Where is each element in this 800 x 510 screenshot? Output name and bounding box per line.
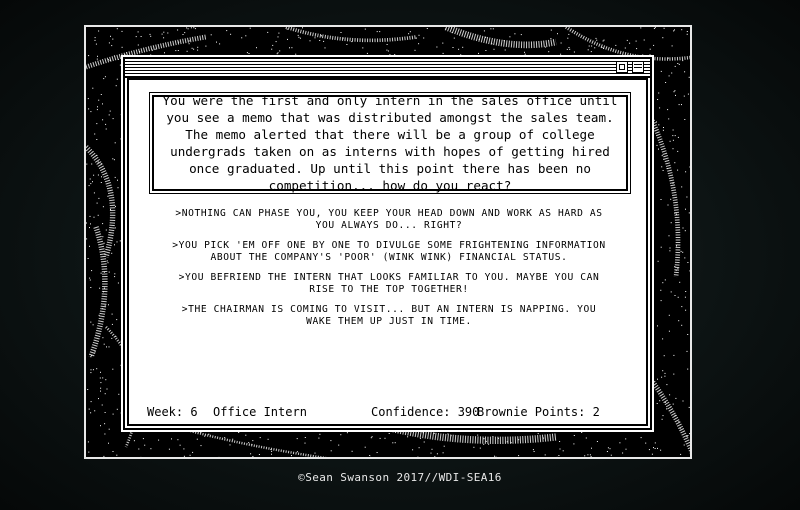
marble-vein <box>285 27 417 43</box>
zoom-box-icon[interactable] <box>616 61 628 73</box>
choice-option[interactable]: >YOU PICK 'EM OFF ONE BY ONE TO DIVULGE … <box>169 240 609 263</box>
player-title: Office Intern <box>213 405 307 419</box>
marble-vein <box>86 145 116 258</box>
choice-list: >NOTHING CAN PHASE YOU, YOU KEEP YOUR HE… <box>169 208 609 336</box>
marble-vein <box>565 27 690 61</box>
choice-option[interactable]: >YOU BEFRIEND THE INTERN THAT LOOKS FAMI… <box>169 272 609 295</box>
footer-credit: ©Sean Swanson 2017//WDI-SEA16 <box>298 471 502 484</box>
story-text: You were the first and only intern in th… <box>152 93 628 193</box>
story-box: You were the first and only intern in th… <box>149 92 631 194</box>
game-window: You were the first and only intern in th… <box>121 55 654 432</box>
window-content: You were the first and only intern in th… <box>127 78 648 426</box>
week-label: Week: 6 <box>147 405 198 419</box>
confidence-label: Confidence: 390 <box>371 405 480 419</box>
marble-vein <box>444 27 557 49</box>
title-bar[interactable] <box>125 59 650 78</box>
choice-option[interactable]: >NOTHING CAN PHASE YOU, YOU KEEP YOUR HE… <box>169 208 609 231</box>
choice-option[interactable]: >THE CHAIRMAN IS COMING TO VISIT... BUT … <box>169 304 609 327</box>
brownie-points-label: Brownie Points: 2 <box>477 405 600 419</box>
collapse-box-icon[interactable] <box>632 61 644 73</box>
